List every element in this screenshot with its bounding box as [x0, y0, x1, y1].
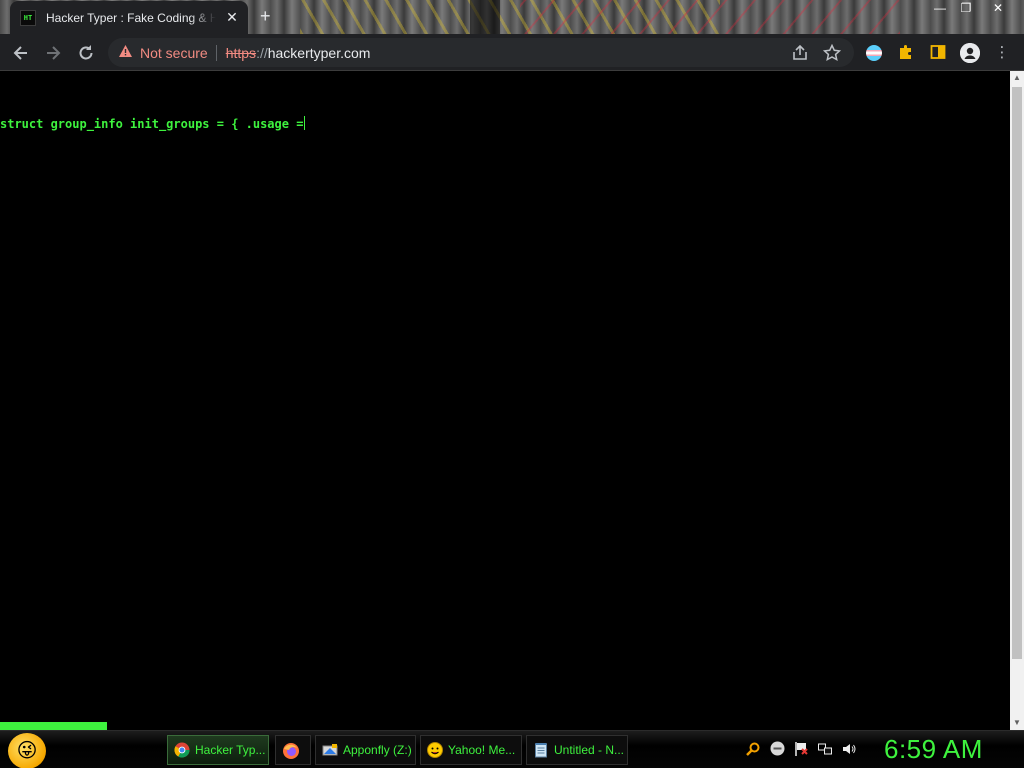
- taskbar: 😜 Hacker Typ... Apponfly (Z:) Yahoo! Me.…: [0, 730, 1024, 768]
- title-bar-shadow: [470, 0, 500, 34]
- address-bar[interactable]: Not secure https://hackertyper.com: [108, 38, 854, 67]
- security-status-label[interactable]: Not secure: [140, 45, 208, 61]
- omnibox-separator: [215, 44, 217, 61]
- profile-icon[interactable]: [960, 43, 980, 63]
- minimize-button[interactable]: —: [926, 0, 954, 18]
- text-cursor: [304, 116, 306, 130]
- url-host: hackertyper.com: [267, 44, 371, 61]
- page-scrollbar[interactable]: ▲ ▼: [1010, 71, 1024, 730]
- yahoo-messenger-icon: [427, 742, 443, 758]
- firefox-icon: [282, 742, 299, 759]
- restore-button[interactable]: ❐: [952, 0, 980, 18]
- taskbar-item-notepad[interactable]: Untitled - N...: [526, 735, 628, 765]
- status-strip: [0, 722, 107, 730]
- url-separator: ://: [256, 44, 268, 61]
- code-text: struct group_info init_groups = { .usage…: [0, 117, 304, 131]
- warning-icon[interactable]: [118, 44, 136, 61]
- taskbar-item-chrome[interactable]: Hacker Typ...: [167, 735, 269, 765]
- url-scheme: https: [225, 44, 257, 61]
- browser-tab[interactable]: HT Hacker Typer : Fake Coding & Hacker S…: [10, 1, 248, 34]
- scrollbar-thumb[interactable]: [1012, 87, 1022, 659]
- hacker-typer-page[interactable]: struct group_info init_groups = { .usage…: [0, 71, 1010, 730]
- taskbar-item-yahoo-messenger[interactable]: Yahoo! Me...: [420, 735, 522, 765]
- taskbar-item-label: Untitled - N...: [554, 743, 625, 757]
- tab-title: Hacker Typer : Fake Coding & Hacker Simu…: [46, 10, 216, 25]
- scroll-down-icon[interactable]: ▼: [1010, 716, 1024, 730]
- new-tab-button[interactable]: +: [260, 7, 271, 25]
- taskbar-item-firefox[interactable]: [275, 735, 311, 765]
- title-bar-wallpaper-accent: [520, 0, 900, 34]
- sidepanel-icon[interactable]: [928, 43, 948, 63]
- notepad-icon: [533, 742, 549, 758]
- taskbar-item-label: Yahoo! Me...: [448, 743, 516, 757]
- action-center-flag-icon[interactable]: [792, 741, 810, 759]
- code-output: struct group_info init_groups = { .usage…: [0, 116, 306, 131]
- start-button[interactable]: 😜: [8, 733, 46, 768]
- scroll-up-icon[interactable]: ▲: [1010, 71, 1024, 85]
- close-window-button[interactable]: ✕: [984, 0, 1012, 18]
- chrome-icon: [174, 742, 190, 758]
- taskbar-item-label: Apponfly (Z:): [343, 743, 412, 757]
- search-icon[interactable]: [744, 741, 762, 759]
- puzzle-icon[interactable]: [896, 43, 916, 63]
- back-icon[interactable]: [10, 42, 32, 64]
- taskbar-clock[interactable]: 6:59 AM: [884, 734, 983, 765]
- network-icon[interactable]: [816, 741, 834, 759]
- tab-close-icon[interactable]: ✕: [224, 9, 240, 26]
- hackertyper-favicon-icon: HT: [20, 9, 36, 26]
- star-icon[interactable]: [822, 43, 842, 62]
- forward-icon[interactable]: [42, 42, 64, 64]
- taskbar-item-apponfly[interactable]: Apponfly (Z:): [315, 735, 416, 765]
- title-bar: HT Hacker Typer : Fake Coding & Hacker S…: [0, 0, 1024, 34]
- reload-icon[interactable]: [75, 42, 97, 64]
- taskbar-item-label: Hacker Typ...: [195, 743, 266, 757]
- drive-icon: [322, 742, 338, 758]
- volume-icon[interactable]: [840, 741, 858, 759]
- browser-toolbar: Not secure https://hackertyper.com ⋮: [0, 34, 1024, 71]
- extension-flag-icon[interactable]: [866, 45, 882, 61]
- share-icon[interactable]: [790, 44, 810, 62]
- menu-icon[interactable]: ⋮: [992, 43, 1012, 63]
- status-circle-icon[interactable]: [768, 741, 786, 759]
